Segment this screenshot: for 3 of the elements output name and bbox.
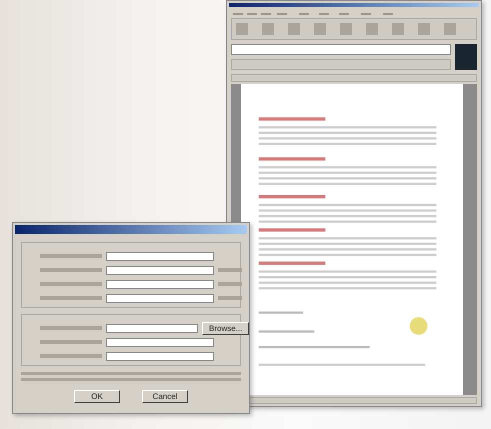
browse-button[interactable]: Browse... <box>202 322 250 334</box>
ok-button[interactable]: OK <box>74 390 120 403</box>
cancel-button[interactable]: Cancel <box>142 390 188 403</box>
